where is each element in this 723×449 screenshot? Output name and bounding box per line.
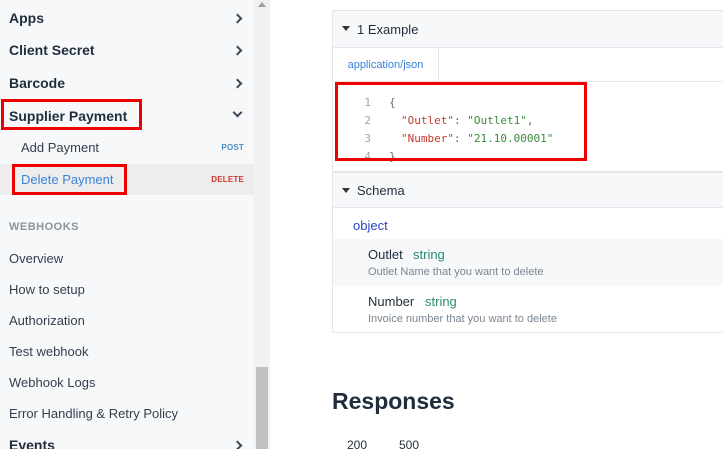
sidebar-group-client-secret[interactable]: Client Secret <box>0 34 254 66</box>
chevron-right-icon <box>232 78 243 88</box>
schema-property-row: Number string Invoice number that you wa… <box>333 286 723 333</box>
caret-down-icon <box>342 188 350 193</box>
chevron-right-icon <box>232 45 243 55</box>
schema-property-row: Outlet string Outlet Name that you want … <box>333 239 723 286</box>
property-name: Outlet <box>368 247 403 262</box>
method-badge-post: POST <box>221 143 244 152</box>
schema-type: object <box>353 218 388 233</box>
sidebar-item-label: Add Payment <box>21 140 100 155</box>
schema-panel-header[interactable]: Schema <box>333 172 723 208</box>
response-tab-200[interactable]: 200 <box>347 438 367 449</box>
sidebar-item-add-payment[interactable]: Add Payment POST <box>0 132 254 163</box>
property-description: Outlet Name that you want to delete <box>368 266 544 278</box>
sidebar-group-label: Events <box>9 437 55 449</box>
scroll-up-arrow-icon[interactable] <box>258 2 266 7</box>
example-title: 1 Example <box>357 21 419 37</box>
scrollbar-thumb[interactable] <box>256 367 268 449</box>
property-type: string <box>425 294 457 309</box>
annotation-box-supplier-payment <box>1 99 142 130</box>
property-type: string <box>413 247 445 262</box>
schema-title: Schema <box>357 182 405 198</box>
property-name: Number <box>368 294 415 309</box>
sidebar-item-how-to-setup[interactable]: How to setup <box>9 282 85 297</box>
sidebar: Apps Client Secret Barcode Supplier Paym… <box>0 0 254 449</box>
sidebar-item-error-handling[interactable]: Error Handling & Retry Policy <box>9 406 178 421</box>
sidebar-group-apps[interactable]: Apps <box>0 2 254 34</box>
annotation-box-delete-payment <box>12 164 127 195</box>
tab-application-json[interactable]: application/json <box>333 48 439 81</box>
chevron-down-icon <box>232 107 243 118</box>
property-description: Invoice number that you want to delete <box>368 313 557 325</box>
sidebar-item-test-webhook[interactable]: Test webhook <box>9 344 89 359</box>
sidebar-item-overview[interactable]: Overview <box>9 251 63 266</box>
example-panel-header[interactable]: 1 Example <box>333 11 723 48</box>
chevron-right-icon <box>232 13 243 23</box>
schema-panel: Schema object Outlet string Outlet Name … <box>332 172 723 333</box>
annotation-box-example-code <box>335 82 587 161</box>
section-heading-webhooks: WEBHOOKS <box>9 221 79 233</box>
sidebar-group-label: Apps <box>9 10 44 26</box>
sidebar-group-label: Barcode <box>9 75 66 91</box>
sidebar-item-webhook-logs[interactable]: Webhook Logs <box>9 375 96 390</box>
sidebar-scrollbar[interactable] <box>254 0 270 449</box>
sidebar-group-events[interactable]: Events <box>0 429 254 449</box>
response-tab-500[interactable]: 500 <box>399 438 419 449</box>
sidebar-group-barcode[interactable]: Barcode <box>0 67 254 99</box>
sidebar-item-authorization[interactable]: Authorization <box>9 313 85 328</box>
caret-down-icon <box>342 26 350 31</box>
sidebar-group-label: Client Secret <box>9 42 95 58</box>
responses-heading: Responses <box>332 388 455 414</box>
method-badge-delete: DELETE <box>211 175 244 184</box>
chevron-right-icon <box>232 440 243 449</box>
